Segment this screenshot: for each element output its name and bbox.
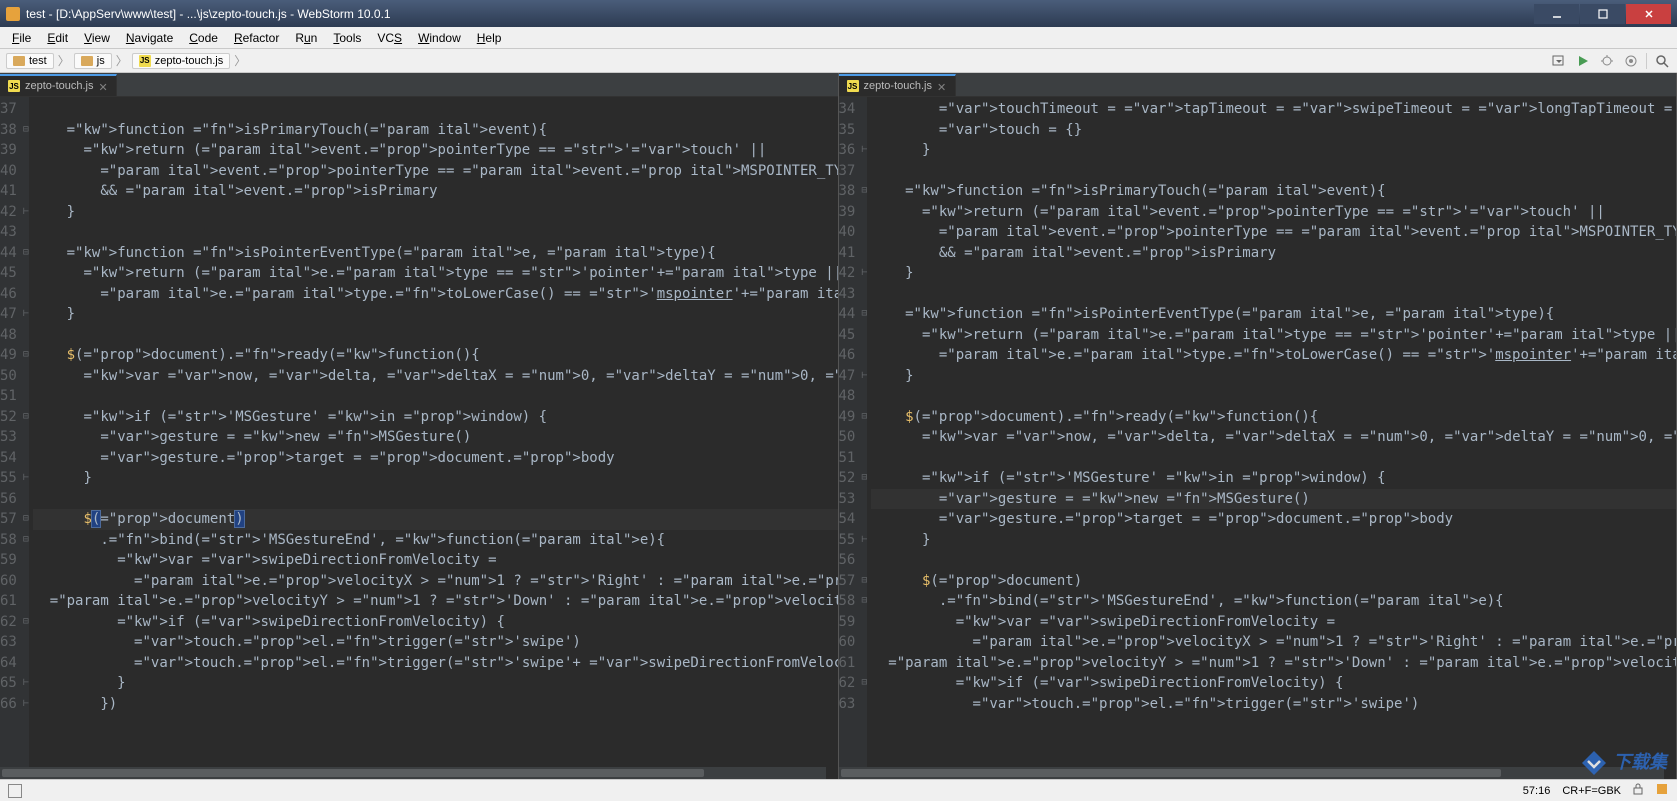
code-content-left[interactable]: ="kw">function ="fn">isPrimaryTouch(="pa… <box>29 97 838 779</box>
js-file-icon: JS <box>847 80 859 92</box>
editor-pane-right: JS zepto-touch.js ✕ 34353637383940414243… <box>839 73 1677 779</box>
tab-close-icon[interactable]: ✕ <box>98 81 108 91</box>
breadcrumb-separator: 〉 <box>232 52 248 69</box>
menu-navigate[interactable]: Navigate <box>118 29 181 47</box>
nav-tools <box>1550 52 1671 70</box>
horizontal-scrollbar-right[interactable] <box>839 767 1665 779</box>
breadcrumb-separator: 〉 <box>114 52 130 69</box>
close-button[interactable] <box>1626 4 1671 24</box>
folder-icon <box>13 56 25 66</box>
breadcrumb-separator: 〉 <box>56 52 72 69</box>
breadcrumb-file[interactable]: JSzepto-touch.js <box>132 53 230 69</box>
tab-zepto-touch-left[interactable]: JS zepto-touch.js ✕ <box>0 74 117 96</box>
breadcrumb-js[interactable]: js <box>74 53 112 69</box>
code-content-right[interactable]: ="var">touchTimeout = ="var">tapTimeout … <box>867 97 1676 779</box>
window-title: test - [D:\AppServ\www\test] - ...\js\ze… <box>26 7 1533 21</box>
tab-label: zepto-touch.js <box>864 80 932 92</box>
file-encoding[interactable]: CR+F=GBK <box>1562 785 1621 797</box>
cursor-position: 57:16 <box>1523 785 1551 797</box>
tab-bar-right: JS zepto-touch.js ✕ <box>839 73 1677 97</box>
horizontal-scrollbar-left[interactable] <box>0 767 826 779</box>
tab-label: zepto-touch.js <box>25 80 93 92</box>
tab-bar-left: JS zepto-touch.js ✕ <box>0 73 838 97</box>
menu-tools[interactable]: Tools <box>325 29 369 47</box>
tab-close-icon[interactable]: ✕ <box>937 81 947 91</box>
minimize-button[interactable] <box>1534 4 1579 24</box>
code-area-left[interactable]: 3738394041424344454647484950515253545556… <box>0 97 838 779</box>
menu-vcs[interactable]: VCS <box>369 29 410 47</box>
lock-icon[interactable] <box>1633 783 1643 798</box>
search-button[interactable] <box>1653 52 1671 70</box>
js-file-icon: JS <box>8 80 20 92</box>
menubar: File Edit View Navigate Code Refactor Ru… <box>0 27 1677 49</box>
editor-area: JS zepto-touch.js ✕ 37383940414243444546… <box>0 73 1677 779</box>
js-file-icon: JS <box>139 55 151 67</box>
menu-edit[interactable]: Edit <box>39 29 76 47</box>
maximize-button[interactable] <box>1580 4 1625 24</box>
separator <box>1646 53 1647 69</box>
code-area-right[interactable]: 3435363738394041424344454647484950515253… <box>839 97 1677 779</box>
inspector-icon[interactable] <box>1655 782 1669 799</box>
menu-window[interactable]: Window <box>410 29 469 47</box>
watermark: 下载集 <box>1580 748 1667 777</box>
menu-refactor[interactable]: Refactor <box>226 29 287 47</box>
breadcrumb-test[interactable]: test <box>6 53 54 69</box>
run-button[interactable] <box>1574 52 1592 70</box>
settings-target-icon[interactable] <box>1622 52 1640 70</box>
menu-run[interactable]: Run <box>287 29 325 47</box>
menu-view[interactable]: View <box>76 29 118 47</box>
titlebar: test - [D:\AppServ\www\test] - ...\js\ze… <box>0 0 1677 27</box>
line-numbers-right: 3435363738394041424344454647484950515253… <box>839 97 862 779</box>
tab-zepto-touch-right[interactable]: JS zepto-touch.js ✕ <box>839 74 956 96</box>
debug-button[interactable] <box>1598 52 1616 70</box>
line-numbers-left: 3738394041424344454647484950515253545556… <box>0 97 23 779</box>
menu-help[interactable]: Help <box>469 29 510 47</box>
editor-pane-left: JS zepto-touch.js ✕ 37383940414243444546… <box>0 73 839 779</box>
dropdown-button[interactable] <box>1550 52 1568 70</box>
nav-bar: test 〉 js 〉 JSzepto-touch.js 〉 <box>0 49 1677 73</box>
app-icon <box>6 7 20 21</box>
folder-icon <box>81 56 93 66</box>
menu-file[interactable]: File <box>4 29 39 47</box>
status-indicator-icon[interactable] <box>8 784 22 798</box>
menu-code[interactable]: Code <box>181 29 226 47</box>
status-bar: 57:16 CR+F=GBK <box>0 779 1677 801</box>
breadcrumbs: test 〉 js 〉 JSzepto-touch.js 〉 <box>6 52 248 69</box>
